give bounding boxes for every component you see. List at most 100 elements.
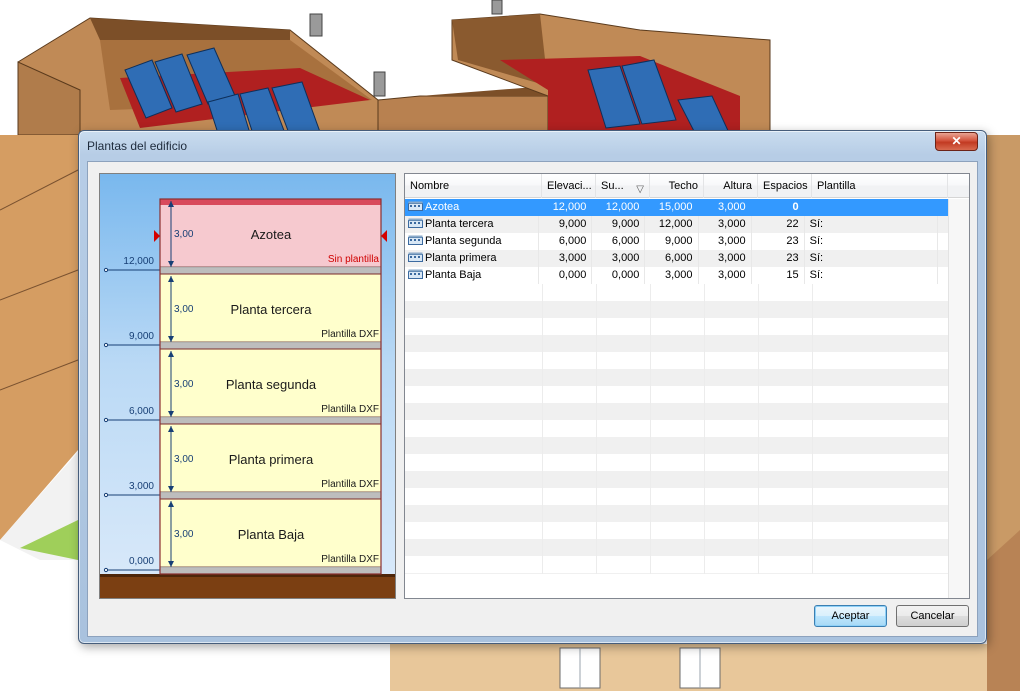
diagram-level-label: 0,000 <box>128 556 154 567</box>
floors-table[interactable]: Nombre Elevaci... Su... ▽ Techo Altura E… <box>404 173 970 599</box>
cell-suelo: 0,000 <box>592 267 646 284</box>
column-header-suelo-label: Su... <box>601 180 624 192</box>
column-header-techo[interactable]: Techo <box>650 174 704 198</box>
table-row[interactable]: Azotea 12,000 12,000 15,000 3,000 0 <box>405 199 948 216</box>
column-header-suelo[interactable]: Su... ▽ <box>596 174 650 198</box>
cell-plantilla: Sí: <box>805 233 938 250</box>
column-header-altura[interactable]: Altura <box>704 174 758 198</box>
floor-name: Planta segunda <box>425 235 502 247</box>
cell-elevacion: 9,000 <box>539 216 593 233</box>
level-marker <box>103 267 109 273</box>
diagram-level-label: 12,000 <box>123 256 154 267</box>
close-button[interactable]: ✕ <box>935 132 978 151</box>
diagram-floor-height: 3,00 <box>174 229 194 240</box>
diagram-floor-height: 3,00 <box>174 304 194 315</box>
column-header-plantilla[interactable]: Plantilla <box>812 174 948 198</box>
cell-suelo: 9,000 <box>592 216 646 233</box>
table-row[interactable]: Planta segunda 6,000 6,000 9,000 3,000 23 Sí: <box>405 233 948 250</box>
floor-name: Planta Baja <box>425 269 482 281</box>
diagram-level-label: 3,000 <box>128 481 154 492</box>
close-icon: ✕ <box>951 134 962 148</box>
cell-suelo: 6,000 <box>592 233 646 250</box>
cell-altura: 3,000 <box>699 233 752 250</box>
cell-plantilla <box>805 199 938 216</box>
diagram-floor-height: 3,00 <box>174 379 194 390</box>
cell-altura: 3,000 <box>699 267 752 284</box>
table-row[interactable]: Planta primera 3,000 3,000 6,000 3,000 23 Sí: <box>405 250 948 267</box>
level-marker <box>103 567 109 573</box>
floor-icon <box>408 252 423 262</box>
cell-nombre: Planta tercera <box>405 216 540 233</box>
cell-techo: 12,000 <box>645 216 699 233</box>
cell-nombre: Planta primera <box>405 250 540 267</box>
cell-espacios: 23 <box>752 233 805 250</box>
sort-descending-icon: ▽ <box>636 184 644 195</box>
floor-slab <box>159 566 382 575</box>
cell-elevacion: 12,000 <box>539 199 593 216</box>
cell-nombre: Planta segunda <box>405 233 540 250</box>
cell-elevacion: 0,000 <box>539 267 593 284</box>
cancel-button[interactable]: Cancelar <box>896 605 969 627</box>
ground <box>100 574 395 598</box>
diagram-floor-template: Sin plantilla <box>327 254 379 265</box>
cell-espacios: 23 <box>752 250 805 267</box>
cell-elevacion: 3,000 <box>539 250 593 267</box>
floor-icon <box>408 218 423 228</box>
diagram-level-label: 6,000 <box>128 406 154 417</box>
table-row[interactable]: Planta tercera 9,000 9,000 12,000 3,000 22 Sí: <box>405 216 948 233</box>
floor-name: Planta primera <box>425 252 497 264</box>
roof-edge <box>160 199 381 205</box>
cell-plantilla: Sí: <box>805 267 938 284</box>
floor-icon <box>408 235 423 245</box>
floor-section-diagram[interactable]: Azotea 3,00 Sin plantilla 12,000 Planta terc… <box>99 173 396 599</box>
floor-icon <box>408 269 423 279</box>
level-marker <box>103 342 109 348</box>
cell-techo: 9,000 <box>645 233 699 250</box>
floor-slab <box>159 341 382 350</box>
column-header-espacios[interactable]: Espacios <box>758 174 812 198</box>
floor-slab <box>159 416 382 425</box>
accept-button[interactable]: Aceptar <box>814 605 887 627</box>
dialog-title: Plantas del edificio <box>87 139 188 153</box>
cell-altura: 3,000 <box>699 216 752 233</box>
diagram-floor-template: Plantilla DXF <box>321 554 379 565</box>
cell-plantilla: Sí: <box>805 250 938 267</box>
cell-nombre: Planta Baja <box>405 267 540 284</box>
diagram-level-label: 9,000 <box>128 331 154 342</box>
cell-espacios: 0 <box>752 199 805 216</box>
diagram-floor-height: 3,00 <box>174 529 194 540</box>
floor-slab <box>159 266 382 275</box>
vertical-scrollbar[interactable] <box>948 199 969 598</box>
table-header: Nombre Elevaci... Su... ▽ Techo Altura E… <box>405 174 969 198</box>
table-body: Azotea 12,000 12,000 15,000 3,000 0 Planta ter… <box>405 199 948 284</box>
cell-espacios: 15 <box>752 267 805 284</box>
cell-elevacion: 6,000 <box>539 233 593 250</box>
cell-plantilla: Sí: <box>805 216 938 233</box>
diagram-floor-template: Plantilla DXF <box>321 479 379 490</box>
floor-name: Azotea <box>425 201 460 213</box>
cell-techo: 6,000 <box>645 250 699 267</box>
cell-techo: 3,000 <box>645 267 699 284</box>
cell-suelo: 12,000 <box>592 199 646 216</box>
column-header-nombre[interactable]: Nombre <box>405 174 542 198</box>
cell-nombre: Azotea <box>405 199 540 216</box>
dialog-window: Plantas del edificio ✕ Azotea 3,00 Sin pla… <box>78 130 987 644</box>
column-header-elevacion[interactable]: Elevaci... <box>542 174 596 198</box>
floor-slab <box>159 491 382 500</box>
diagram-floor-template: Plantilla DXF <box>321 329 379 340</box>
cell-suelo: 3,000 <box>592 250 646 267</box>
dialog-client-area: Azotea 3,00 Sin plantilla 12,000 Planta terc… <box>87 161 978 637</box>
cell-altura: 3,000 <box>699 199 752 216</box>
table-row[interactable]: Planta Baja 0,000 0,000 3,000 3,000 15 Sí: <box>405 267 948 284</box>
floor-name: Planta tercera <box>425 218 494 230</box>
diagram-floor-template: Plantilla DXF <box>321 404 379 415</box>
table-empty-area <box>405 284 948 574</box>
cell-altura: 3,000 <box>699 250 752 267</box>
column-header-spacer <box>948 174 969 198</box>
level-marker <box>103 492 109 498</box>
level-marker <box>103 417 109 423</box>
diagram-floor-height: 3,00 <box>174 454 194 465</box>
cell-espacios: 22 <box>752 216 805 233</box>
cell-techo: 15,000 <box>645 199 699 216</box>
floor-icon <box>408 201 423 211</box>
